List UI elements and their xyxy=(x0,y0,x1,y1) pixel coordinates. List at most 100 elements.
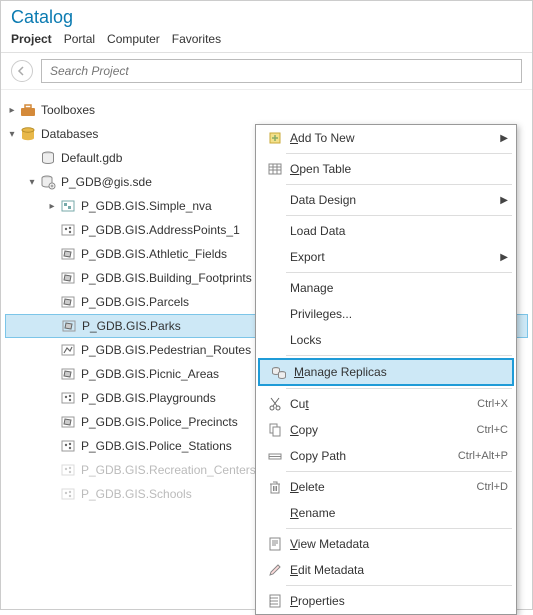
polygon-fc-icon xyxy=(59,365,77,383)
copy-path-icon xyxy=(264,448,286,464)
table-icon xyxy=(264,161,286,177)
expand-caret-icon[interactable]: ▾ xyxy=(25,177,39,188)
tree-node-label: P_GDB.GIS.Schools xyxy=(81,487,192,501)
tab-computer[interactable]: Computer xyxy=(107,32,160,46)
menu-item[interactable]: Rename xyxy=(256,500,516,526)
tab-bar: Project Portal Computer Favorites xyxy=(1,30,532,53)
view-meta-icon xyxy=(264,536,286,552)
menu-item-label: Data Design xyxy=(286,193,498,207)
expand-caret-icon xyxy=(45,441,59,452)
catalog-panel: Catalog Project Portal Computer Favorite… xyxy=(0,0,533,610)
menu-separator xyxy=(286,528,512,529)
tab-favorites[interactable]: Favorites xyxy=(172,32,221,46)
menu-hotkey: Ctrl+D xyxy=(477,481,508,493)
menu-hotkey: Ctrl+Alt+P xyxy=(458,450,508,462)
menu-item[interactable]: View Metadata xyxy=(256,531,516,557)
expand-caret-icon xyxy=(45,465,59,476)
menu-separator xyxy=(286,215,512,216)
tree-node-label: P_GDB.GIS.Picnic_Areas xyxy=(81,367,219,381)
menu-item[interactable]: Properties xyxy=(256,588,516,614)
menu-item[interactable]: CutCtrl+X xyxy=(256,391,516,417)
menu-item-label: Delete xyxy=(286,480,477,494)
delete-icon xyxy=(264,479,286,495)
search-input[interactable] xyxy=(41,59,522,83)
tree-node-label: P_GDB.GIS.Parcels xyxy=(81,295,189,309)
menu-item[interactable]: CopyCtrl+C xyxy=(256,417,516,443)
props-icon xyxy=(264,593,286,609)
menu-item[interactable]: Privileges... xyxy=(256,301,516,327)
polygon-fc-icon xyxy=(59,413,77,431)
polygon-fc-icon xyxy=(59,269,77,287)
expand-caret-icon xyxy=(45,249,59,260)
search-row xyxy=(1,53,532,90)
cut-icon xyxy=(264,396,286,412)
menu-item[interactable]: Edit Metadata xyxy=(256,557,516,583)
menu-item[interactable]: Locks xyxy=(256,327,516,353)
tree-node-label: Default.gdb xyxy=(61,151,122,165)
tab-project[interactable]: Project xyxy=(11,32,52,46)
database-icon xyxy=(19,125,37,143)
expand-caret-icon[interactable]: ▸ xyxy=(45,201,59,212)
tree-node[interactable]: ▸ Toolboxes xyxy=(5,98,528,122)
tab-portal[interactable]: Portal xyxy=(64,32,95,46)
menu-separator xyxy=(286,355,512,356)
point-fc-icon xyxy=(59,389,77,407)
edit-icon xyxy=(264,562,286,578)
dataset-icon xyxy=(59,197,77,215)
tree-node-label: Toolboxes xyxy=(41,103,95,117)
menu-separator xyxy=(286,153,512,154)
tree-node-label: P_GDB@gis.sde xyxy=(61,175,152,189)
tree-node-label: P_GDB.GIS.Athletic_Fields xyxy=(81,247,227,261)
point-fc-icon xyxy=(59,461,77,479)
menu-item[interactable]: Copy PathCtrl+Alt+P xyxy=(256,443,516,469)
copy-icon xyxy=(264,422,286,438)
point-fc-icon xyxy=(59,485,77,503)
menu-item-label: Add To New xyxy=(286,131,498,145)
menu-item-label: Edit Metadata xyxy=(286,563,508,577)
menu-separator xyxy=(286,471,512,472)
menu-item[interactable]: Manage Replicas xyxy=(258,358,514,386)
expand-caret-icon xyxy=(45,225,59,236)
menu-item[interactable]: Load Data xyxy=(256,218,516,244)
menu-hotkey: Ctrl+C xyxy=(477,424,508,436)
menu-item-label: Copy xyxy=(286,423,477,437)
tree-node-label: P_GDB.GIS.Pedestrian_Routes xyxy=(81,343,251,357)
menu-item[interactable]: Open Table xyxy=(256,156,516,182)
submenu-arrow-icon: ▶ xyxy=(498,195,508,206)
menu-item-label: Export xyxy=(286,250,498,264)
menu-item-label: View Metadata xyxy=(286,537,508,551)
menu-item-label: Properties xyxy=(286,594,508,608)
expand-caret-icon xyxy=(45,369,59,380)
expand-caret-icon[interactable]: ▾ xyxy=(5,129,19,140)
tree-node-label: P_GDB.GIS.Parks xyxy=(82,319,181,333)
point-fc-icon xyxy=(59,221,77,239)
menu-separator xyxy=(286,585,512,586)
expand-caret-icon xyxy=(45,489,59,500)
sde-icon xyxy=(39,173,57,191)
tree-node-label: P_GDB.GIS.AddressPoints_1 xyxy=(81,223,240,237)
menu-item-label: Manage Replicas xyxy=(290,365,504,379)
menu-item-label: Load Data xyxy=(286,224,508,238)
expand-caret-icon xyxy=(45,417,59,428)
menu-item[interactable]: Data Design▶ xyxy=(256,187,516,213)
menu-item[interactable]: DeleteCtrl+D xyxy=(256,474,516,500)
menu-item[interactable]: Manage xyxy=(256,275,516,301)
menu-item[interactable]: Export▶ xyxy=(256,244,516,270)
expand-caret-icon[interactable]: ▸ xyxy=(5,105,19,116)
replicas-icon xyxy=(268,364,290,380)
expand-caret-icon xyxy=(46,321,60,332)
menu-item-label: Locks xyxy=(286,333,508,347)
menu-item-label: Open Table xyxy=(286,162,508,176)
tree-node-label: P_GDB.GIS.Building_Footprints xyxy=(81,271,252,285)
back-button[interactable] xyxy=(11,60,33,82)
menu-item-label: Privileges... xyxy=(286,307,508,321)
menu-item-label: Rename xyxy=(286,506,508,520)
expand-caret-icon xyxy=(45,273,59,284)
expand-caret-icon xyxy=(25,153,39,164)
menu-item-label: Copy Path xyxy=(286,449,458,463)
gdb-icon xyxy=(39,149,57,167)
polygon-fc-icon xyxy=(59,293,77,311)
menu-item[interactable]: Add To New▶ xyxy=(256,125,516,151)
menu-separator xyxy=(286,388,512,389)
tree-node-label: P_GDB.GIS.Recreation_Centers xyxy=(81,463,256,477)
